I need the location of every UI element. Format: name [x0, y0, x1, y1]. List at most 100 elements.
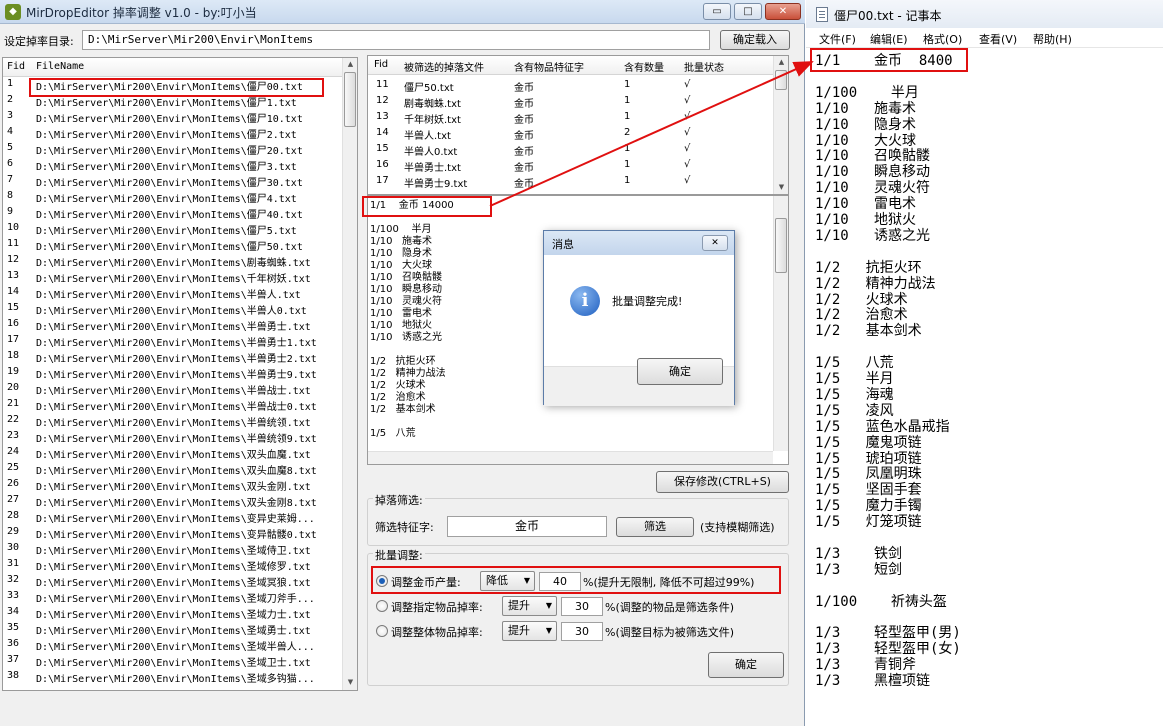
column-header-fid[interactable]: Fid — [374, 59, 388, 70]
file-row[interactable]: 21 D:\MirServer\Mir200\Envir\MonItems\半兽战… — [3, 397, 343, 413]
table-row[interactable]: 11 僵尸50.txt 金币 1 √ — [368, 78, 773, 94]
file-row[interactable]: 27 D:\MirServer\Mir200\Envir\MonItems\双头金… — [3, 493, 343, 509]
file-row[interactable]: 3 D:\MirServer\Mir200\Envir\MonItems\僵尸10… — [3, 109, 343, 125]
column-header-filename[interactable]: FileName — [36, 61, 84, 72]
filter-button[interactable]: 筛选 — [616, 517, 694, 537]
preview-scrollbar[interactable] — [773, 196, 788, 451]
confirm-button[interactable]: 确定 — [708, 652, 784, 678]
notepad-line: 1/5 海魂 — [815, 386, 894, 403]
radio-overall-item-rate[interactable] — [376, 625, 388, 637]
scroll-up-arrow[interactable]: ▲ — [343, 58, 357, 70]
dialog-close-button[interactable]: ✕ — [702, 235, 728, 251]
table-scrollbar[interactable]: ▲ ▼ — [773, 56, 788, 194]
file-row[interactable]: 37 D:\MirServer\Mir200\Envir\MonItems\圣域卫… — [3, 653, 343, 669]
notepad-text-area[interactable]: 1/1 金币 8400 1/100 半月 1/10 施毒术 1/10 隐身术 1/10 … — [806, 48, 1163, 726]
highlight-box-file — [29, 78, 324, 97]
file-row[interactable]: 8 D:\MirServer\Mir200\Envir\MonItems\僵尸4.… — [3, 189, 343, 205]
file-row[interactable]: 18 D:\MirServer\Mir200\Envir\MonItems\半兽勇… — [3, 349, 343, 365]
file-name: D:\MirServer\Mir200\Envir\MonItems\半兽人.t… — [36, 290, 301, 301]
close-button[interactable]: ✕ — [765, 3, 801, 20]
notepad-line: 1/5 凤凰明珠 — [815, 466, 922, 483]
maximize-button[interactable]: □ — [734, 3, 762, 20]
file-row[interactable]: 20 D:\MirServer\Mir200\Envir\MonItems\半兽战… — [3, 381, 343, 397]
file-name: D:\MirServer\Mir200\Envir\MonItems\圣域半兽人… — [36, 642, 315, 653]
load-button[interactable]: 确定载入 — [720, 30, 790, 50]
table-row[interactable]: 15 半兽人0.txt 金币 1 √ — [368, 142, 773, 158]
file-row[interactable]: 34 D:\MirServer\Mir200\Envir\MonItems\圣域力… — [3, 605, 343, 621]
radio-specific-item-rate[interactable] — [376, 600, 388, 612]
file-row[interactable]: 6 D:\MirServer\Mir200\Envir\MonItems\僵尸3.… — [3, 157, 343, 173]
file-row[interactable]: 31 D:\MirServer\Mir200\Envir\MonItems\圣域修… — [3, 557, 343, 573]
table-row[interactable]: 16 半兽勇士.txt 金币 1 √ — [368, 158, 773, 174]
table-row[interactable]: 14 半兽人.txt 金币 2 √ — [368, 126, 773, 142]
file-row[interactable]: 22 D:\MirServer\Mir200\Envir\MonItems\半兽统… — [3, 413, 343, 429]
filtered-files-table[interactable]: Fid 被筛选的掉落文件 含有物品特征字 含有数量 批量状态 11 僵尸50.tx… — [367, 55, 789, 195]
scrollbar-thumb[interactable] — [775, 70, 787, 90]
menu-view[interactable]: 查看(V) — [979, 31, 1017, 47]
table-row[interactable]: 17 半兽勇士9.txt 金币 1 √ — [368, 174, 773, 190]
file-list[interactable]: Fid FileName 1 D:\MirServer\Mir200\Envir\… — [2, 57, 358, 691]
minimize-button[interactable]: ▭ — [703, 3, 731, 20]
file-row[interactable]: 33 D:\MirServer\Mir200\Envir\MonItems\圣域刀… — [3, 589, 343, 605]
overall-item-mode-select[interactable]: 提升 ▼ — [502, 621, 557, 641]
column-header-file[interactable]: 被筛选的掉落文件 — [404, 59, 484, 74]
file-row[interactable]: 38 D:\MirServer\Mir200\Envir\MonItems\圣域多… — [3, 669, 343, 685]
scrollbar-thumb[interactable] — [775, 218, 787, 273]
table-header: Fid 被筛选的掉落文件 含有物品特征字 含有数量 批量状态 — [368, 56, 773, 75]
table-row[interactable]: 13 千年树妖.txt 金币 1 √ — [368, 110, 773, 126]
column-header-count[interactable]: 含有数量 — [624, 59, 664, 74]
file-row[interactable]: 14 D:\MirServer\Mir200\Envir\MonItems\半兽人… — [3, 285, 343, 301]
mirdropeditor-window: ◆ MirDropEditor 掉率调整 v1.0 - by:叮小当 ▭ □ ✕… — [0, 0, 805, 726]
file-row[interactable]: 24 D:\MirServer\Mir200\Envir\MonItems\双头血… — [3, 445, 343, 461]
file-row[interactable]: 16 D:\MirServer\Mir200\Envir\MonItems\半兽勇… — [3, 317, 343, 333]
notepad-line: 1/10 隐身术 — [815, 116, 917, 133]
file-row[interactable]: 10 D:\MirServer\Mir200\Envir\MonItems\僵尸5… — [3, 221, 343, 237]
filter-input[interactable]: 金币 — [447, 516, 607, 537]
file-row[interactable]: 4 D:\MirServer\Mir200\Envir\MonItems\僵尸2.… — [3, 125, 343, 141]
file-row[interactable]: 5 D:\MirServer\Mir200\Envir\MonItems\僵尸20… — [3, 141, 343, 157]
file-row[interactable]: 7 D:\MirServer\Mir200\Envir\MonItems\僵尸30… — [3, 173, 343, 189]
preview-hscrollbar[interactable] — [368, 451, 773, 464]
menu-edit[interactable]: 编辑(E) — [870, 31, 908, 47]
column-header-feature[interactable]: 含有物品特征字 — [514, 59, 584, 74]
scrollbar-thumb[interactable] — [344, 72, 356, 127]
file-row[interactable]: 26 D:\MirServer\Mir200\Envir\MonItems\双头金… — [3, 477, 343, 493]
file-row[interactable]: 25 D:\MirServer\Mir200\Envir\MonItems\双头血… — [3, 461, 343, 477]
preview-line: 1/10 地狱火 — [370, 320, 432, 331]
file-name: D:\MirServer\Mir200\Envir\MonItems\僵尸20.… — [36, 146, 303, 157]
menu-help[interactable]: 帮助(H) — [1033, 31, 1072, 47]
file-row[interactable]: 9 D:\MirServer\Mir200\Envir\MonItems\僵尸40… — [3, 205, 343, 221]
file-row[interactable]: 29 D:\MirServer\Mir200\Envir\MonItems\变异骷… — [3, 525, 343, 541]
overall-item-percent-input[interactable]: 30 — [561, 622, 603, 641]
file-row[interactable]: 28 D:\MirServer\Mir200\Envir\MonItems\变异史… — [3, 509, 343, 525]
file-row[interactable]: 12 D:\MirServer\Mir200\Envir\MonItems\剧毒蜘… — [3, 253, 343, 269]
menu-format[interactable]: 格式(O) — [923, 31, 962, 47]
file-row[interactable]: 15 D:\MirServer\Mir200\Envir\MonItems\半兽人… — [3, 301, 343, 317]
file-row[interactable]: 11 D:\MirServer\Mir200\Envir\MonItems\僵尸5… — [3, 237, 343, 253]
save-changes-button[interactable]: 保存修改(CTRL+S) — [656, 471, 789, 493]
menu-file[interactable]: 文件(F) — [819, 31, 856, 47]
file-row[interactable]: 13 D:\MirServer\Mir200\Envir\MonItems\千年树… — [3, 269, 343, 285]
notepad-line: 1/10 召唤骷髅 — [815, 148, 931, 165]
specific-item-mode-select[interactable]: 提升 ▼ — [502, 596, 557, 616]
file-row[interactable]: 30 D:\MirServer\Mir200\Envir\MonItems\圣域侍… — [3, 541, 343, 557]
file-row[interactable]: 32 D:\MirServer\Mir200\Envir\MonItems\圣域冥… — [3, 573, 343, 589]
column-header-fid[interactable]: Fid — [7, 61, 25, 72]
specific-item-percent-input[interactable]: 30 — [561, 597, 603, 616]
file-row[interactable]: 35 D:\MirServer\Mir200\Envir\MonItems\圣域勇… — [3, 621, 343, 637]
file-row[interactable]: 23 D:\MirServer\Mir200\Envir\MonItems\半兽统… — [3, 429, 343, 445]
table-row[interactable]: 12 剧毒蜘蛛.txt 金币 1 √ — [368, 94, 773, 110]
file-row[interactable]: 19 D:\MirServer\Mir200\Envir\MonItems\半兽勇… — [3, 365, 343, 381]
scroll-up-arrow[interactable]: ▲ — [774, 56, 788, 68]
dialog-ok-button[interactable]: 确定 — [637, 358, 723, 385]
scroll-down-arrow[interactable]: ▼ — [774, 181, 788, 193]
column-header-status[interactable]: 批量状态 — [684, 59, 724, 74]
file-fid: 28 — [7, 510, 20, 521]
file-row[interactable]: 36 D:\MirServer\Mir200\Envir\MonItems\圣域半… — [3, 637, 343, 653]
file-list-scrollbar[interactable]: ▲ ▼ — [342, 58, 357, 690]
cell-status: √ — [684, 111, 691, 122]
scroll-down-arrow[interactable]: ▼ — [343, 676, 357, 688]
cell-feature: 金币 — [514, 115, 534, 126]
directory-input[interactable]: D:\MirServer\Mir200\Envir\MonItems — [82, 30, 710, 50]
file-row[interactable]: 17 D:\MirServer\Mir200\Envir\MonItems\半兽勇… — [3, 333, 343, 349]
